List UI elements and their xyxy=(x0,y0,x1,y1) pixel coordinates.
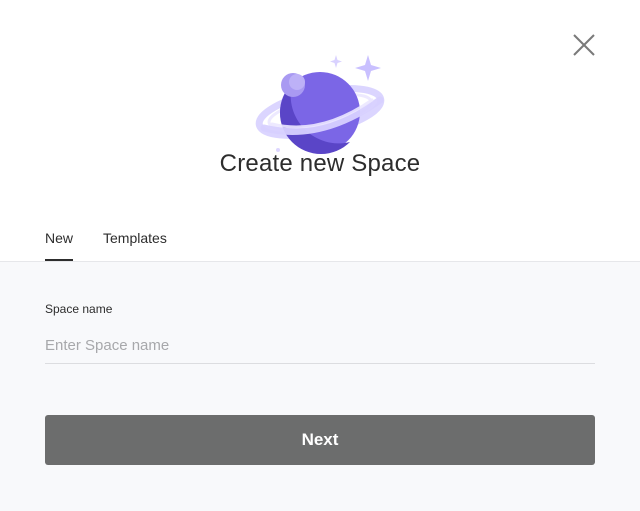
tab-templates[interactable]: Templates xyxy=(103,225,167,255)
tab-new[interactable]: New xyxy=(45,225,74,261)
next-button[interactable]: Next xyxy=(45,415,595,465)
space-name-label: Space name xyxy=(45,302,113,316)
sparkle-icon xyxy=(330,55,342,68)
tab-bar: New Templates xyxy=(45,225,167,262)
create-space-dialog: Create new Space New Templates Space nam… xyxy=(0,0,640,511)
form-panel: Space name Next xyxy=(0,261,640,511)
space-name-input[interactable] xyxy=(45,328,595,364)
close-button[interactable] xyxy=(569,30,599,60)
planet-illustration xyxy=(255,55,385,155)
sparkle-icon xyxy=(355,55,381,81)
close-icon xyxy=(573,34,595,56)
dialog-title: Create new Space xyxy=(219,150,421,177)
